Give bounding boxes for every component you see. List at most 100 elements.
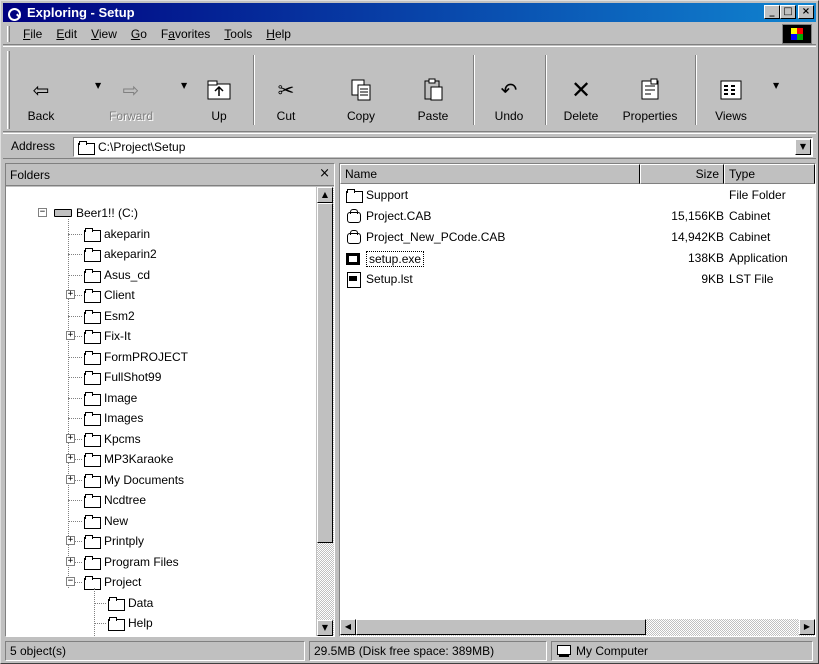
tree-item-new[interactable]: New [84, 511, 128, 531]
back-arrow-icon: ⇦ [32, 78, 50, 102]
tree-connector-line [68, 315, 82, 317]
undo-button[interactable]: ↶ Undo [481, 51, 537, 129]
scroll-left-button[interactable]: ◀ [340, 619, 356, 635]
address-dropdown-button[interactable]: ▼ [795, 139, 811, 155]
folder-icon [84, 350, 101, 365]
tree-item-label: Printply [104, 534, 145, 548]
folder-tree[interactable]: − Beer1!! (C:) akeparin akeparin2 Asus_cd + Cl… [6, 187, 316, 636]
file-row[interactable]: Project.CAB 15,156KB Cabinet [340, 207, 800, 226]
menu-edit[interactable]: Edit [49, 27, 84, 41]
tree-item-drive-c[interactable]: Beer1!! (C:) [54, 203, 138, 223]
tree-item-project[interactable]: Project [84, 572, 141, 592]
scroll-right-button[interactable]: ▶ [799, 619, 815, 635]
scroll-thumb[interactable] [356, 619, 646, 635]
tree-item-label: New [104, 513, 129, 528]
views-button[interactable]: Views [703, 51, 759, 129]
tree-item-images[interactable]: Images [84, 408, 143, 428]
tree-item-label: Beer1!! (C:) [76, 206, 139, 220]
views-dropdown-icon[interactable]: ▼ [773, 81, 779, 90]
tree-item-label: Esm2 [104, 308, 135, 323]
scroll-down-button[interactable]: ▼ [317, 620, 333, 636]
menu-help[interactable]: Help [259, 27, 298, 41]
tree-item-akeparin2[interactable]: akeparin2 [84, 244, 157, 264]
tree-item-esm2[interactable]: Esm2 [84, 306, 135, 326]
tree-item-client[interactable]: Client [84, 285, 135, 305]
folder-icon [84, 494, 101, 508]
scroll-thumb[interactable] [317, 203, 333, 543]
my-computer-icon [556, 645, 572, 657]
explorer-app-icon[interactable] [7, 6, 23, 21]
paste-button[interactable]: Paste [405, 51, 461, 129]
tree-expander-icon[interactable]: + [66, 433, 75, 443]
tree-item-formproject[interactable]: FormPROJECT [84, 347, 188, 367]
tree-item-label: Data [128, 595, 154, 610]
tree-connector-line [68, 397, 82, 399]
tree-item-my-documents[interactable]: My Documents [84, 470, 184, 490]
tree-expander-icon[interactable]: + [66, 474, 75, 484]
folder-icon [84, 371, 101, 385]
tree-expander-icon[interactable]: + [66, 331, 75, 340]
tree-expander-icon[interactable]: + [66, 556, 75, 566]
menu-file[interactable]: File [16, 27, 49, 41]
close-button[interactable]: × [798, 5, 814, 19]
tree-item-label: akeparin2 [104, 247, 157, 261]
tree-item-data[interactable]: Data [108, 593, 153, 613]
undo-icon: ↶ [500, 78, 518, 102]
tree-item-asus-cd[interactable]: Asus_cd [84, 265, 150, 285]
back-button[interactable]: ⇦ Back [13, 51, 69, 129]
back-history-dropdown-icon[interactable]: ▼ [95, 81, 101, 90]
menu-grip[interactable] [7, 25, 10, 42]
tree-expander-icon[interactable]: + [66, 536, 75, 545]
column-header-name[interactable]: Name [340, 164, 640, 184]
folder-icon [84, 555, 101, 570]
tree-expander-icon[interactable]: + [66, 454, 75, 463]
address-input[interactable]: C:\Project\Setup ▼ [73, 137, 813, 157]
tree-connector-line [68, 418, 82, 419]
files-horizontal-scrollbar[interactable]: ◀ ▶ [340, 619, 815, 636]
file-row-selected[interactable]: setup.exe 138KB Application [340, 249, 800, 268]
tree-expander-icon[interactable]: − [66, 577, 75, 586]
tree-item-program-files[interactable]: Program Files [84, 552, 179, 572]
maximize-button[interactable]: □ [780, 5, 796, 19]
tree-item-kpcms[interactable]: Kpcms [84, 429, 141, 449]
menu-tools[interactable]: Tools [217, 27, 259, 41]
menu-favorites[interactable]: Favorites [154, 27, 217, 41]
delete-button[interactable]: ✕ Delete [553, 51, 609, 129]
scroll-up-button[interactable]: ▲ [317, 187, 333, 203]
folders-close-button[interactable]: × [319, 166, 330, 181]
tree-item-akeparin[interactable]: akeparin [84, 224, 150, 244]
tree-connector-line [94, 588, 95, 636]
toolbar-grip[interactable] [7, 51, 10, 129]
tree-item-fix-it[interactable]: Fix-It [84, 326, 131, 346]
tree-item-help[interactable]: Help [108, 613, 153, 633]
up-button[interactable]: Up [191, 51, 247, 129]
clipboard-icon [418, 77, 448, 103]
tree-item-printply[interactable]: Printply [84, 531, 144, 551]
title-bar[interactable]: Exploring - Setup _ □ × [3, 3, 816, 22]
file-row[interactable]: Project_New_PCode.CAB 14,942KB Cabinet [340, 228, 800, 247]
tree-item-ncdtree[interactable]: Ncdtree [84, 490, 146, 510]
menu-go[interactable]: Go [124, 27, 154, 41]
menu-view[interactable]: View [84, 27, 124, 41]
column-header-size[interactable]: Size [640, 164, 724, 184]
tree-item-image[interactable]: Image [84, 388, 137, 408]
minimize-button[interactable]: _ [764, 5, 780, 19]
tree-expander-icon[interactable]: − [38, 208, 47, 217]
forward-button[interactable]: ⇨ Forward [103, 51, 159, 129]
file-row[interactable]: Support File Folder [340, 186, 800, 205]
forward-history-dropdown-icon[interactable]: ▼ [181, 81, 187, 90]
folder-icon [84, 309, 101, 324]
folders-vertical-scrollbar[interactable]: ▲ ▼ [317, 187, 334, 636]
tree-item-fullshot99[interactable]: FullShot99 [84, 367, 161, 387]
column-header-type[interactable]: Type [724, 164, 815, 184]
folder-icon [84, 412, 101, 426]
tree-expander-icon[interactable]: + [66, 290, 75, 299]
delete-x-icon: ✕ [570, 76, 592, 104]
properties-button[interactable]: Properties [615, 51, 685, 129]
folder-icon [84, 268, 101, 283]
file-row[interactable]: Setup.lst 9KB LST File [340, 270, 800, 289]
cut-button[interactable]: ✂ Cut [258, 51, 314, 129]
tree-item-mp3karaoke[interactable]: MP3Karaoke [84, 449, 173, 469]
explorer-window: Exploring - Setup _ □ × File Edit View G… [0, 0, 819, 664]
copy-button[interactable]: Copy [333, 51, 389, 129]
